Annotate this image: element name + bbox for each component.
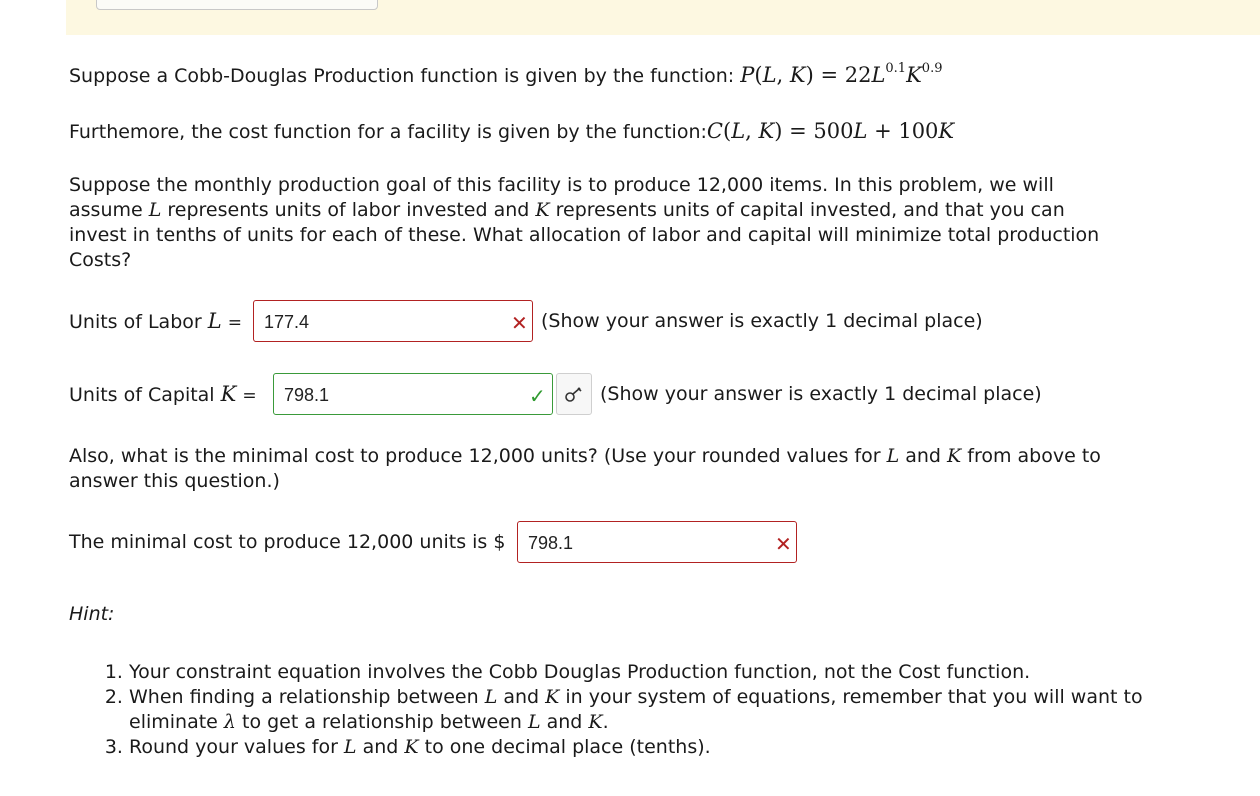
x-mark-icon: ✕ [775,532,792,556]
var-K: K [535,199,550,221]
hint-item-1-text: Your constraint equation involves the Co… [129,661,1031,683]
problem-part2: represents units of labor invested and [161,199,536,221]
labor-row-label: Units of Labor L = [69,309,242,336]
cost-question-part1: Also, what is the minimal cost to produc… [69,445,887,467]
hint-item-2-text-a: When finding a relationship between [129,686,485,708]
capital-var: K [220,382,237,406]
feedback-banner [66,0,1260,35]
problem-statement: Suppose the monthly production goal of t… [69,173,1109,273]
var-K: K [588,711,603,733]
labor-note: (Show your answer is exactly 1 decimal p… [541,310,983,332]
hint-item-3-text-a: Round your values for [129,736,344,758]
var-K: K [545,686,560,708]
capital-input[interactable] [282,374,486,416]
capital-answer-field[interactable]: ✓ [273,373,553,416]
hint-item-2-text-f: . [602,711,609,733]
hint-label: Hint: [69,603,115,625]
production-formula: P(L, K) = 22L0.1K0.9 [740,61,943,87]
cost-input[interactable] [526,522,730,564]
hint-item-3-text-c: to one decimal place (tenths). [418,736,711,758]
hint-item-3-text-b: and [356,736,405,758]
cost-question: Also, what is the minimal cost to produc… [69,444,1119,494]
var-lambda: λ [223,711,236,733]
capital-note: (Show your answer is exactly 1 decimal p… [600,383,1042,405]
cost-function-line: Furthemore, the cost function for a faci… [69,119,954,145]
labor-equals: = [227,313,242,333]
var-K: K [404,736,419,758]
banner-button[interactable] [96,0,378,10]
labor-answer-field[interactable]: ✕ [253,300,533,343]
var-L: L [527,711,541,733]
hint-item-2-text-e: and [540,711,589,733]
labor-label: Units of Labor [69,311,202,333]
var-L: L [886,445,900,467]
var-K: K [947,445,962,467]
capital-label: Units of Capital [69,384,215,406]
production-function-line: Suppose a Cobb-Douglas Production functi… [69,61,943,89]
key-button[interactable] [556,373,592,415]
cost-formula: C(L, K) = 500L + 100K [706,119,955,143]
cost-text: Furthemore, the cost function for a faci… [69,121,707,143]
hint-item-2-text-d: to get a relationship between [235,711,528,733]
capital-row-label: Units of Capital K = [69,382,257,409]
var-L: L [148,199,162,221]
hint-item-3: Round your values for L and K to one dec… [129,735,1179,760]
hint-item-2-text-b: and [497,686,546,708]
var-L: L [484,686,498,708]
capital-equals: = [242,386,257,406]
var-L: L [343,736,357,758]
production-text: Suppose a Cobb-Douglas Production functi… [69,65,741,87]
hint-item-1: Your constraint equation involves the Co… [129,660,1179,685]
key-icon [565,387,582,402]
hint-item-2: When finding a relationship between L an… [129,685,1179,735]
x-mark-icon: ✕ [511,311,528,335]
cost-question-part2: and [899,445,948,467]
hint-list: Your constraint equation involves the Co… [69,660,1179,760]
labor-input[interactable] [262,301,466,343]
labor-var: L [207,309,222,333]
cost-answer-field[interactable]: ✕ [517,521,797,564]
cost-answer-label: The minimal cost to produce 12,000 units… [69,531,506,553]
check-icon: ✓ [529,384,546,408]
